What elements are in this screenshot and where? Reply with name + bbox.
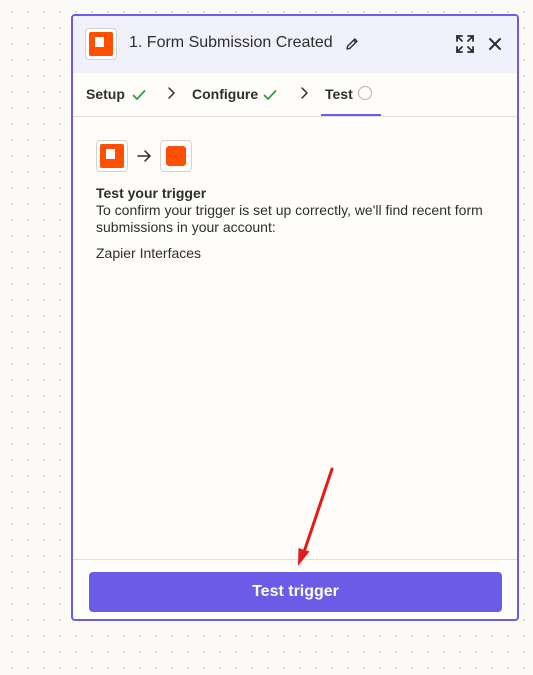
panel-header: 1. Form Submission Created (73, 16, 517, 73)
expand-icon[interactable] (454, 33, 476, 55)
zapier-interfaces-icon (89, 32, 113, 56)
chevron-right-icon (168, 87, 175, 99)
check-icon (263, 90, 277, 100)
footer-divider (73, 559, 517, 560)
chevron-right-icon (301, 87, 308, 99)
test-trigger-button[interactable]: Test trigger (89, 572, 502, 612)
arrow-right-icon (137, 150, 151, 162)
trigger-app-icon (160, 140, 192, 172)
active-tab-indicator (321, 114, 381, 116)
step-tabs: Setup Configure Test (73, 73, 517, 117)
account-name: Zapier Interfaces (96, 245, 202, 261)
close-icon[interactable] (486, 35, 504, 53)
zapier-interfaces-icon (100, 144, 124, 168)
form-icon (166, 146, 186, 166)
tab-configure[interactable]: Configure (192, 86, 258, 102)
section-title: Test your trigger (96, 185, 207, 201)
pending-status-icon (358, 86, 372, 100)
step-title[interactable]: 1. Form Submission Created (129, 34, 333, 52)
tab-test[interactable]: Test (325, 86, 353, 102)
section-description: To confirm your trigger is set up correc… (96, 202, 483, 235)
pencil-icon[interactable] (344, 36, 360, 52)
app-icon (85, 28, 117, 60)
source-app-icon (96, 140, 128, 172)
tab-setup[interactable]: Setup (86, 86, 125, 102)
step-panel: 1. Form Submission Created Setup Configu… (71, 14, 519, 621)
check-icon (132, 90, 146, 100)
